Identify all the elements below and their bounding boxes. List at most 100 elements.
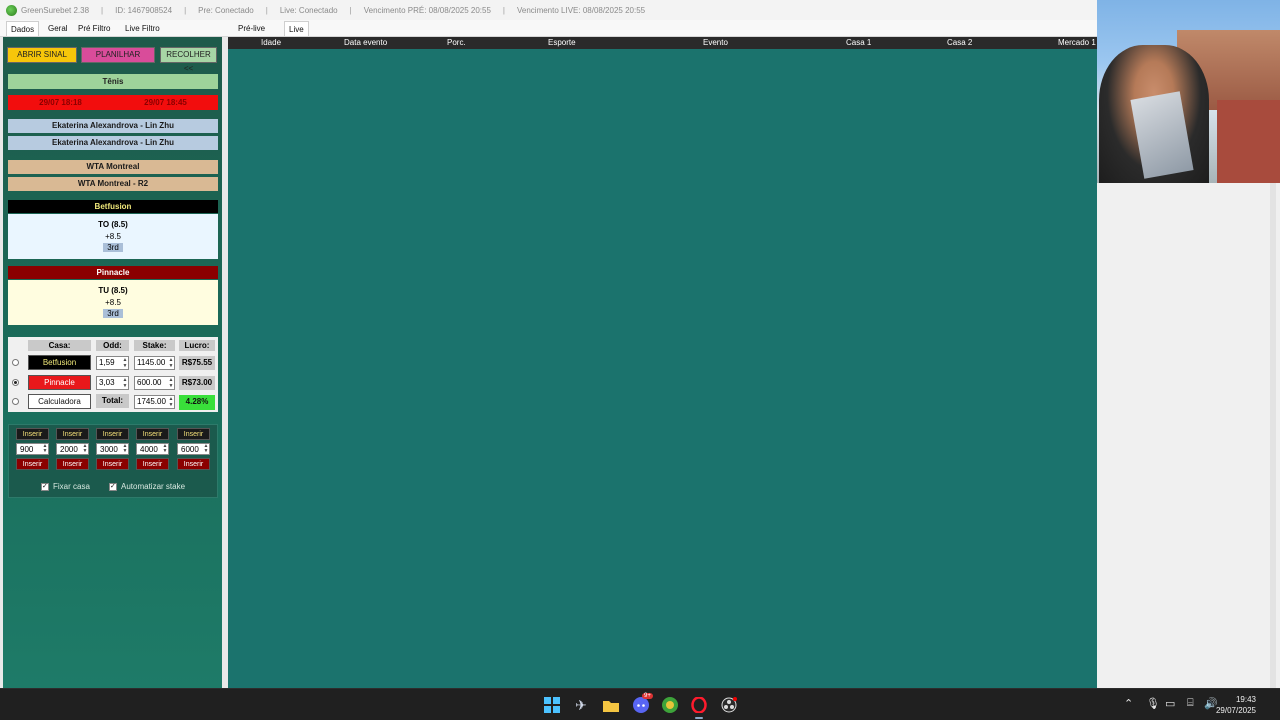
- spinner-icon[interactable]: ▲ ▼: [203, 444, 209, 454]
- column-porc[interactable]: Porc.: [447, 37, 466, 49]
- house2-period: 3rd: [103, 309, 123, 318]
- row3-radio[interactable]: [12, 398, 19, 405]
- insert-button[interactable]: Inserir: [16, 458, 49, 470]
- stake-input[interactable]: 2000 ▲ ▼: [56, 443, 89, 455]
- recolher-button[interactable]: RECOLHER <<: [160, 47, 217, 73]
- insert-button[interactable]: Inserir: [177, 458, 210, 470]
- insert-button[interactable]: Inserir: [96, 428, 129, 440]
- house2-line: +8.5: [105, 298, 121, 307]
- column-casa2[interactable]: Casa 2: [947, 37, 972, 49]
- stake-value: 6000: [181, 445, 199, 454]
- greensurebet-app-icon[interactable]: [661, 696, 679, 714]
- row1-profit: R$75.55: [179, 356, 215, 370]
- tab-geral[interactable]: Geral: [44, 21, 72, 36]
- house1-header: Betfusion: [8, 200, 218, 213]
- stake-value: 2000: [60, 445, 78, 454]
- calc-header-stake: Stake:: [134, 340, 175, 351]
- row1-odd-input[interactable]: 1,59 ▲ ▼: [96, 356, 129, 370]
- insert-button[interactable]: Inserir: [56, 428, 89, 440]
- app-logo-icon: [6, 4, 17, 16]
- spinner-icon[interactable]: ▲ ▼: [122, 444, 128, 454]
- planilhar-button[interactable]: PLANILHAR: [81, 47, 155, 63]
- event-times: 29/07 18:18 29/07 18:45: [8, 95, 218, 110]
- pre-status: Pre: Conectado: [198, 5, 254, 15]
- house2-market: TU (8.5) +8.5 3rd: [8, 280, 218, 325]
- column-esporte[interactable]: Esporte: [548, 37, 576, 49]
- microphone-icon[interactable]: 🎙: [1146, 697, 1160, 710]
- column-mercado1[interactable]: Mercado 1: [1058, 37, 1096, 49]
- spinner-icon[interactable]: ▲ ▼: [162, 444, 168, 454]
- stake-calculator: Casa: Odd: Stake: Lucro: Betfusion 1,59 …: [8, 337, 218, 412]
- insert-button[interactable]: Inserir: [177, 428, 210, 440]
- spinner-icon[interactable]: ▲ ▼: [168, 396, 174, 408]
- row1-radio[interactable]: [12, 359, 19, 366]
- column-casa1[interactable]: Casa 1: [846, 37, 871, 49]
- webcam-overlay: [1097, 0, 1280, 183]
- total-stake-value: 1745.00: [137, 397, 166, 406]
- abrir-sinal-button[interactable]: ABRIR SINAL: [7, 47, 77, 63]
- steam-icon[interactable]: ✈: [572, 696, 590, 714]
- row2-odd-input[interactable]: 3,03 ▲ ▼: [96, 376, 129, 390]
- spinner-icon[interactable]: ▲ ▼: [82, 444, 88, 454]
- stake-presets: Inserir 900 ▲ ▼ Inserir Inserir 2000 ▲ ▼ Ins…: [8, 424, 218, 498]
- window-right-edge: [1097, 183, 1280, 688]
- spinner-icon[interactable]: ▲ ▼: [122, 377, 128, 389]
- insert-button[interactable]: Inserir: [56, 458, 89, 470]
- spinner-icon[interactable]: ▲ ▼: [168, 377, 174, 389]
- calculadora-button[interactable]: Calculadora: [28, 394, 91, 409]
- spinner-icon[interactable]: ▲ ▼: [168, 357, 174, 369]
- time-right: 29/07 18:45: [144, 98, 187, 107]
- tab-pre-filtro[interactable]: Pré Filtro: [74, 21, 114, 36]
- stake-input[interactable]: 3000 ▲ ▼: [96, 443, 129, 455]
- stake-input[interactable]: 6000 ▲ ▼: [177, 443, 210, 455]
- display-icon[interactable]: ▭: [1165, 697, 1175, 710]
- spinner-icon[interactable]: ▲ ▼: [42, 444, 48, 454]
- total-label: Total:: [96, 394, 129, 408]
- user-id: ID: 1467908524: [115, 5, 173, 15]
- tab-live-filtro[interactable]: Live Filtro: [121, 21, 164, 36]
- grid-header: Idade Data evento Porc. Esporte Evento C…: [228, 37, 1097, 49]
- obs-icon[interactable]: [720, 696, 738, 714]
- house1-market: TO (8.5) +8.5 3rd: [8, 214, 218, 259]
- windows-start-icon[interactable]: [543, 696, 561, 714]
- tab-dados[interactable]: Dados: [6, 21, 40, 36]
- row1-stake-input[interactable]: 1145.00 ▲ ▼: [134, 356, 175, 370]
- signal-panel: ABRIR SINAL PLANILHAR RECOLHER << Tênis …: [0, 37, 225, 688]
- row2-radio[interactable]: [12, 379, 19, 386]
- row2-odd-value: 3,03: [99, 378, 115, 387]
- insert-button[interactable]: Inserir: [16, 428, 49, 440]
- spinner-icon[interactable]: ▲ ▼: [122, 357, 128, 369]
- separator: |: [265, 5, 268, 15]
- column-data-evento[interactable]: Data evento: [344, 37, 387, 49]
- insert-button[interactable]: Inserir: [136, 458, 169, 470]
- checkbox-icon[interactable]: [109, 482, 117, 491]
- league-name-2: WTA Montreal - R2: [8, 177, 218, 191]
- row2-house-button[interactable]: Pinnacle: [28, 375, 91, 390]
- insert-button[interactable]: Inserir: [96, 458, 129, 470]
- network-icon[interactable]: ⌸: [1187, 697, 1194, 710]
- row2-stake-value: 600.00: [137, 378, 162, 387]
- stake-input[interactable]: 4000 ▲ ▼: [136, 443, 169, 455]
- tray-overflow-icon[interactable]: ⌃: [1124, 697, 1133, 710]
- insert-button[interactable]: Inserir: [136, 428, 169, 440]
- tab-pre-live[interactable]: Pré-live: [234, 21, 269, 36]
- row2-stake-input[interactable]: 600.00 ▲ ▼: [134, 376, 175, 390]
- file-explorer-icon[interactable]: [602, 696, 620, 714]
- fixar-casa-checkbox[interactable]: Fixar casa: [41, 482, 90, 491]
- column-evento[interactable]: Evento: [703, 37, 728, 49]
- opera-icon[interactable]: [690, 696, 708, 714]
- event-name-2: Ekaterina Alexandrova - Lin Zhu: [8, 136, 218, 150]
- house1-period: 3rd: [103, 243, 123, 252]
- checkbox-icon[interactable]: [41, 482, 49, 491]
- column-idade[interactable]: Idade: [261, 37, 281, 49]
- surebet-percent: 4.28%: [179, 395, 215, 410]
- tab-live[interactable]: Live: [284, 21, 309, 36]
- automatizar-stake-checkbox[interactable]: Automatizar stake: [109, 482, 185, 491]
- system-clock[interactable]: 19:43 29/07/2025: [1216, 694, 1256, 716]
- stake-input[interactable]: 900 ▲ ▼: [16, 443, 49, 455]
- row1-house-button[interactable]: Betfusion: [28, 355, 91, 370]
- automatizar-stake-label: Automatizar stake: [121, 482, 186, 491]
- title-bar: GreenSurebet 2.38 | ID: 1467908524 | Pre…: [0, 0, 1097, 20]
- vertical-scrollbar[interactable]: [1270, 183, 1276, 688]
- total-stake-input[interactable]: 1745.00 ▲ ▼: [134, 395, 175, 409]
